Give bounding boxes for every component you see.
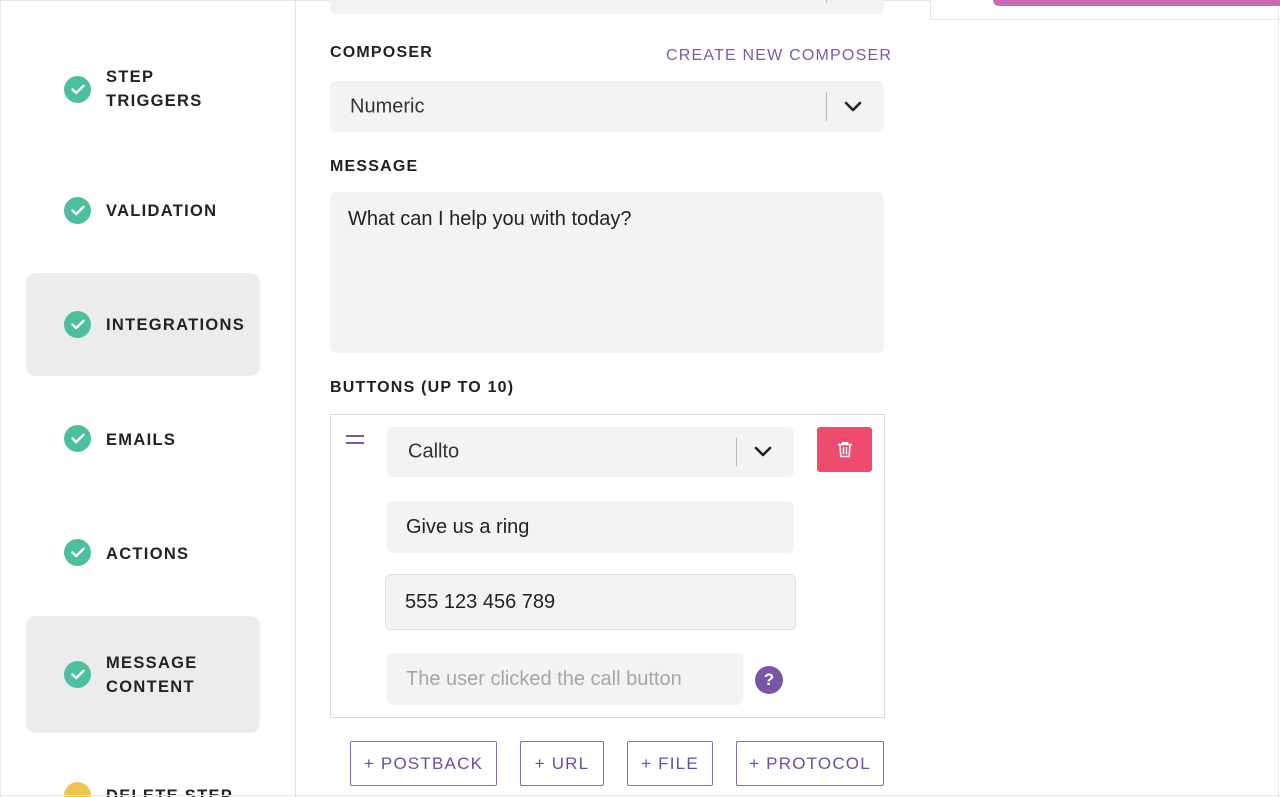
sidebar-item-message-content[interactable]: MESSAGE CONTENT: [26, 616, 260, 733]
sidebar-item-validation[interactable]: VALIDATION: [26, 172, 260, 250]
message-textarea[interactable]: What can I help you with today?: [330, 192, 884, 353]
drag-handle-icon[interactable]: [346, 433, 364, 447]
sidebar-item-label: STEP TRIGGERS: [106, 68, 203, 110]
sidebar-item-integrations[interactable]: INTEGRATIONS: [26, 273, 260, 376]
button-type-value: Callto: [408, 440, 460, 463]
check-icon: [64, 311, 91, 338]
delete-button-item[interactable]: [817, 427, 872, 472]
add-postback-button[interactable]: + POSTBACK: [350, 741, 497, 786]
add-url-button[interactable]: + URL: [520, 741, 604, 786]
trash-icon: [837, 442, 852, 458]
help-icon[interactable]: ?: [755, 666, 783, 694]
check-icon: [64, 425, 91, 452]
check-icon: [64, 197, 91, 224]
payload-input[interactable]: The user clicked the call button: [387, 653, 743, 705]
sidebar-item-delete-step[interactable]: DELETE STEP: [26, 770, 260, 797]
preview-accent-bar: [993, 0, 1280, 6]
sidebar-item-label: EMAILS: [106, 431, 177, 449]
step-sidebar: STEP TRIGGERS VALIDATION INTEGRATIONS EM…: [0, 0, 296, 797]
composer-select[interactable]: Numeric: [330, 81, 884, 132]
chevron-down-icon: [754, 446, 772, 457]
check-icon: [64, 539, 91, 566]
sidebar-item-label: ACTIONS: [106, 545, 190, 563]
sidebar-item-actions[interactable]: ACTIONS: [26, 514, 260, 592]
check-icon: [64, 661, 91, 688]
select-divider: [736, 438, 737, 466]
chevron-down-icon: [844, 101, 862, 111]
button-type-select[interactable]: Callto: [387, 427, 794, 477]
sidebar-item-label: MESSAGE CONTENT: [106, 654, 198, 696]
sidebar-item-label: INTEGRATIONS: [106, 316, 246, 334]
select-divider: [826, 92, 827, 121]
button-text-input[interactable]: Give us a ring: [387, 501, 794, 553]
sidebar-item-emails[interactable]: EMAILS: [26, 400, 260, 478]
previous-field-stub: [330, 0, 884, 14]
phone-number-input[interactable]: 555 123 456 789: [385, 574, 796, 630]
sidebar-item-label: VALIDATION: [106, 202, 218, 220]
add-file-button[interactable]: + FILE: [627, 741, 713, 786]
check-icon: [64, 76, 91, 103]
sidebar-item-step-triggers[interactable]: STEP TRIGGERS: [26, 52, 260, 130]
composer-label: COMPOSER: [330, 44, 433, 61]
composer-select-value: Numeric: [350, 95, 425, 117]
frame-bottom: [0, 795, 1280, 796]
add-protocol-button[interactable]: + PROTOCOL: [736, 741, 884, 786]
message-label: MESSAGE: [330, 158, 419, 175]
frame-right: [1278, 0, 1279, 797]
create-composer-link[interactable]: CREATE NEW COMPOSER: [666, 47, 892, 65]
buttons-label: BUTTONS (UP TO 10): [330, 379, 515, 396]
